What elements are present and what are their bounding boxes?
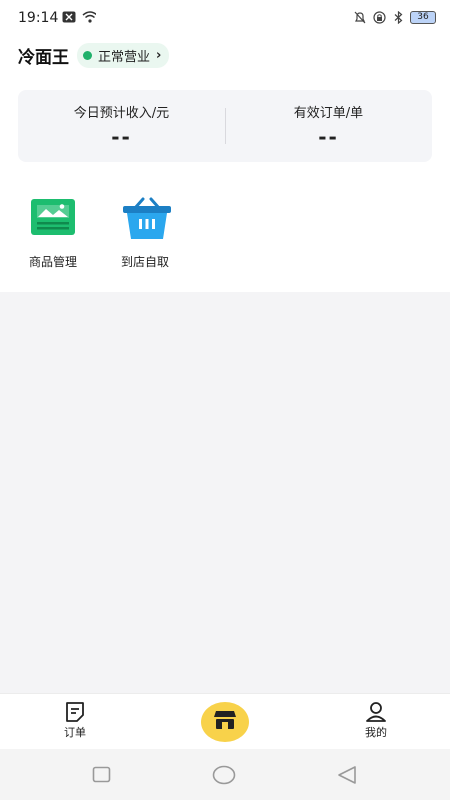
home-button[interactable] <box>212 763 236 787</box>
chevron-right-icon: › <box>156 47 162 63</box>
triangle-back-icon <box>338 766 356 784</box>
orders-value: -- <box>318 125 339 149</box>
orders-stat: 有效订单/单 -- <box>225 90 432 162</box>
tab-mine[interactable]: 我的 <box>336 694 416 750</box>
income-stat: 今日预计收入/元 -- <box>18 90 225 162</box>
tab-mine-label: 我的 <box>365 726 387 739</box>
stats-card: 今日预计收入/元 -- 有效订单/单 -- <box>18 90 432 162</box>
mute-bell-icon <box>353 10 367 24</box>
status-dot-icon <box>83 50 92 60</box>
notification-icon <box>62 10 76 24</box>
business-status-label: 正常营业 <box>98 49 151 65</box>
shop-name: 冷面王 <box>18 47 69 68</box>
circle-icon <box>212 765 236 785</box>
bluetooth-icon <box>391 10 405 24</box>
tab-orders[interactable]: 订单 <box>35 694 115 750</box>
top-section: 19:14 36 冷面王 正常营业 › 今日预计收入/元 -- 有效订单/单 -… <box>0 0 450 292</box>
orders-label: 有效订单/单 <box>293 106 364 121</box>
wifi-icon <box>82 10 96 24</box>
feature-grid: 商品管理 到店自取 <box>18 195 180 270</box>
image-icon <box>29 195 77 243</box>
store-icon <box>213 710 237 734</box>
tab-orders-label: 订单 <box>64 726 86 739</box>
store-pickup-label: 到店自取 <box>120 255 169 269</box>
lock-rotation-icon <box>372 10 386 24</box>
battery-indicator: 36 <box>410 10 436 24</box>
bottom-tab-bar: 订单 我的 <box>0 693 450 750</box>
business-status-button[interactable]: 正常营业 › <box>77 42 170 68</box>
store-pickup-button[interactable]: 到店自取 <box>110 195 180 270</box>
shop-header: 冷面王 正常营业 › <box>18 42 170 68</box>
status-right-icons: 36 <box>353 10 436 24</box>
product-management-label: 商品管理 <box>28 255 77 269</box>
orders-icon <box>64 701 86 723</box>
product-management-button[interactable]: 商品管理 <box>18 195 88 270</box>
income-value: -- <box>111 125 132 149</box>
user-icon <box>365 701 387 723</box>
status-left-icons <box>62 10 96 24</box>
recent-apps-button[interactable] <box>90 763 114 787</box>
status-bar: 19:14 36 <box>0 0 450 36</box>
square-icon <box>92 766 111 783</box>
basket-icon <box>121 195 171 243</box>
system-nav-bar <box>0 749 450 800</box>
status-time: 19:14 <box>18 10 59 26</box>
income-label: 今日预计收入/元 <box>73 106 170 121</box>
store-center-button[interactable] <box>201 702 249 742</box>
back-button[interactable] <box>335 763 359 787</box>
